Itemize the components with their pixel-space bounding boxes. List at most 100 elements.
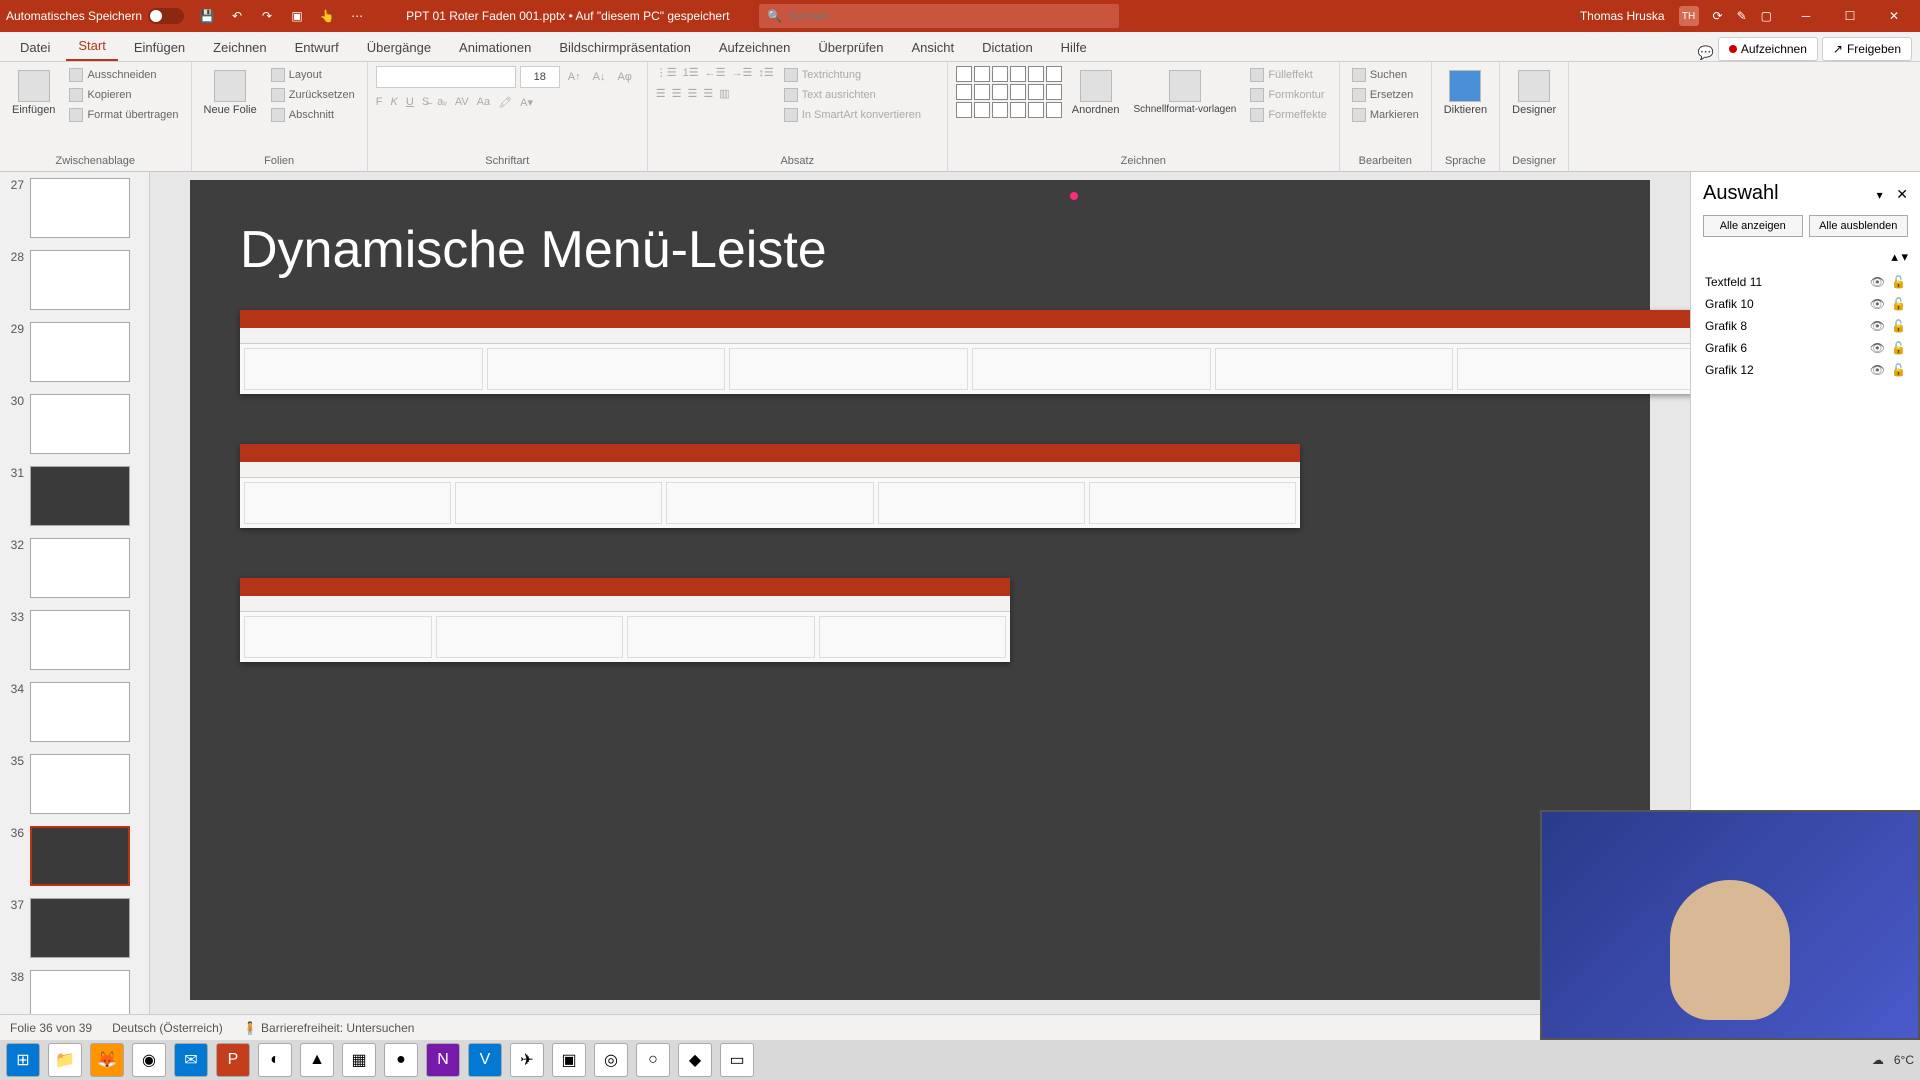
taskbar-app-icon[interactable]: ◐	[258, 1043, 292, 1077]
taskbar-onenote-icon[interactable]: N	[426, 1043, 460, 1077]
thumbnail-image[interactable]	[30, 754, 130, 814]
visibility-icon[interactable]: 👁	[1870, 341, 1885, 355]
thumbnail-row[interactable]: 34	[0, 676, 149, 748]
thumbnail-row[interactable]: 29	[0, 316, 149, 388]
tab-zeichnen[interactable]: Zeichnen	[201, 34, 278, 61]
italic-button[interactable]: K	[391, 96, 398, 109]
autosave-toggle[interactable]: Automatisches Speichern	[6, 8, 184, 24]
taskbar-firefox-icon[interactable]: 🦊	[90, 1043, 124, 1077]
toggle-switch[interactable]	[148, 8, 184, 24]
accessibility-checker[interactable]: 🧍 Barrierefreiheit: Untersuchen	[243, 1021, 415, 1035]
undo-icon[interactable]: ↶	[228, 7, 246, 25]
visibility-icon[interactable]: 👁	[1870, 275, 1885, 289]
thumbnail-row[interactable]: 33	[0, 604, 149, 676]
arrange-button[interactable]: Anordnen	[1068, 66, 1124, 120]
indent-right-button[interactable]: →☰	[732, 66, 753, 79]
align-right-button[interactable]: ☰	[688, 87, 698, 100]
language-indicator[interactable]: Deutsch (Österreich)	[112, 1021, 223, 1035]
tab-dictation[interactable]: Dictation	[970, 34, 1045, 61]
decrease-font-icon[interactable]: A↓	[589, 66, 610, 88]
taskbar-app4-icon[interactable]: ▣	[552, 1043, 586, 1077]
shape-outline-button[interactable]: Formkontur	[1246, 86, 1331, 104]
taskbar-chrome-icon[interactable]: ◉	[132, 1043, 166, 1077]
visibility-icon[interactable]: 👁	[1870, 297, 1885, 311]
select-button[interactable]: Markieren	[1348, 106, 1423, 124]
underline-button[interactable]: U	[406, 96, 414, 109]
hide-all-button[interactable]: Alle ausblenden	[1809, 215, 1909, 237]
selection-item[interactable]: Grafik 12👁🔓	[1703, 359, 1908, 381]
tab-hilfe[interactable]: Hilfe	[1049, 34, 1099, 61]
tab-datei[interactable]: Datei	[8, 34, 62, 61]
bold-button[interactable]: F	[376, 96, 383, 109]
quick-styles-button[interactable]: Schnellformat-vorlagen	[1130, 66, 1241, 119]
format-painter-button[interactable]: Format übertragen	[65, 106, 182, 124]
thumbnail-image[interactable]	[30, 466, 130, 526]
tab-aufzeichnen[interactable]: Aufzeichnen	[707, 34, 803, 61]
thumbnail-row[interactable]: 30	[0, 388, 149, 460]
thumbnail-row[interactable]: 27	[0, 172, 149, 244]
reset-button[interactable]: Zurücksetzen	[267, 86, 359, 104]
document-title[interactable]: PPT 01 Roter Faden 001.pptx • Auf "diese…	[406, 9, 729, 23]
dictate-button[interactable]: Diktieren	[1440, 66, 1491, 120]
present-icon[interactable]: ▣	[288, 7, 306, 25]
text-direction-button[interactable]: Textrichtung	[780, 66, 925, 84]
shape-fill-button[interactable]: Fülleffekt	[1246, 66, 1331, 84]
thumbnail-image[interactable]	[30, 322, 130, 382]
slide-canvas[interactable]: Dynamische Menü-Leiste	[150, 172, 1690, 1014]
tab-einfuegen[interactable]: Einfügen	[122, 34, 197, 61]
system-tray[interactable]: ☁ 6°C	[1872, 1053, 1914, 1067]
font-family-dropdown[interactable]	[376, 66, 516, 88]
maximize-button[interactable]: ☐	[1830, 4, 1870, 28]
thumbnail-row[interactable]: 32	[0, 532, 149, 604]
share-button[interactable]: ↗Freigeben	[1822, 37, 1912, 61]
paste-button[interactable]: Einfügen	[8, 66, 59, 120]
visibility-icon[interactable]: 👁	[1870, 363, 1885, 377]
window-icon[interactable]: ▢	[1761, 9, 1772, 23]
selection-item[interactable]: Grafik 10👁🔓	[1703, 293, 1908, 315]
find-button[interactable]: Suchen	[1348, 66, 1423, 84]
qat-more-icon[interactable]: ⋯	[348, 7, 366, 25]
taskbar-app6-icon[interactable]: ◆	[678, 1043, 712, 1077]
bullets-button[interactable]: ⋮☰	[656, 66, 677, 79]
new-slide-button[interactable]: Neue Folie	[200, 66, 261, 120]
touch-icon[interactable]: 👆	[318, 7, 336, 25]
thumbnail-image[interactable]	[30, 610, 130, 670]
lock-icon[interactable]: 🔓	[1891, 275, 1906, 289]
thumbnail-row[interactable]: 36	[0, 820, 149, 892]
increase-font-icon[interactable]: A↑	[564, 66, 585, 88]
taskbar-obs-icon[interactable]: ◎	[594, 1043, 628, 1077]
align-center-button[interactable]: ☰	[672, 87, 682, 100]
font-size-dropdown[interactable]: 18	[520, 66, 560, 88]
thumbnail-image[interactable]	[30, 826, 130, 886]
thumbnail-image[interactable]	[30, 538, 130, 598]
thumbnail-row[interactable]: 31	[0, 460, 149, 532]
tab-ansicht[interactable]: Ansicht	[899, 34, 966, 61]
username-label[interactable]: Thomas Hruska	[1580, 9, 1665, 23]
taskbar-app2-icon[interactable]: ▦	[342, 1043, 376, 1077]
move-down-icon[interactable]: ▾	[1901, 249, 1908, 264]
selection-item[interactable]: Grafik 6👁🔓	[1703, 337, 1908, 359]
pane-close-icon[interactable]: ✕	[1896, 186, 1908, 202]
align-text-button[interactable]: Text ausrichten	[780, 86, 925, 104]
tab-bildschirmpraesentation[interactable]: Bildschirmpräsentation	[547, 34, 703, 61]
sync-icon[interactable]: ⟳	[1713, 9, 1723, 23]
shadow-button[interactable]: aᵥ	[437, 96, 447, 109]
cut-button[interactable]: Ausschneiden	[65, 66, 182, 84]
lock-icon[interactable]: 🔓	[1891, 341, 1906, 355]
indent-left-button[interactable]: ←☰	[705, 66, 726, 79]
weather-icon[interactable]: ☁	[1872, 1053, 1884, 1067]
thumbnail-row[interactable]: 35	[0, 748, 149, 820]
thumbnail-image[interactable]	[30, 970, 130, 1014]
move-up-icon[interactable]: ▴	[1891, 249, 1898, 264]
record-button[interactable]: Aufzeichnen	[1718, 37, 1818, 61]
thumbnail-image[interactable]	[30, 394, 130, 454]
thumbnail-image[interactable]	[30, 178, 130, 238]
comments-icon[interactable]: 💬	[1698, 45, 1714, 61]
tab-uebergaenge[interactable]: Übergänge	[355, 34, 443, 61]
taskbar-app5-icon[interactable]: ○	[636, 1043, 670, 1077]
save-icon[interactable]: 💾	[198, 7, 216, 25]
pane-dropdown-icon[interactable]: ▾	[1877, 188, 1883, 202]
taskbar-vlc-icon[interactable]: ▲	[300, 1043, 334, 1077]
close-button[interactable]: ✕	[1874, 4, 1914, 28]
taskbar-app7-icon[interactable]: ▭	[720, 1043, 754, 1077]
